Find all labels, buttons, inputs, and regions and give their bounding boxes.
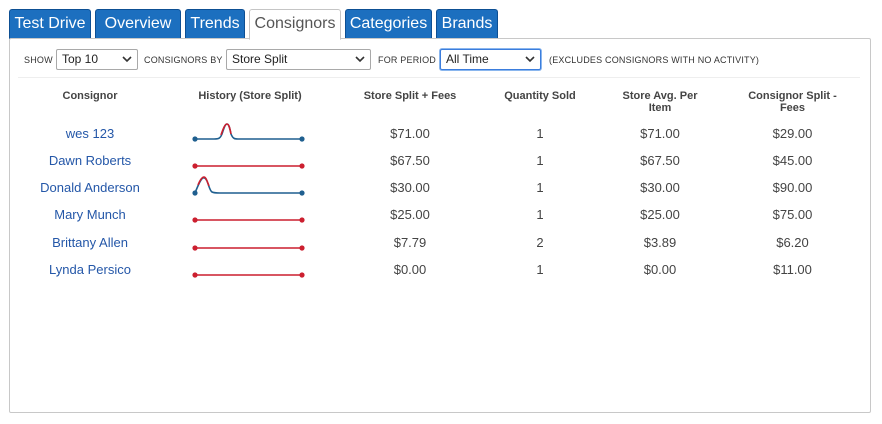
- store-split-value: $0.00: [393, 262, 427, 277]
- chevron-down-icon: [122, 56, 132, 63]
- tab-consignors[interactable]: Consignors: [249, 9, 341, 40]
- quantity-sold-value: 1: [536, 126, 544, 141]
- consignor-split-value: $45.00: [772, 153, 813, 168]
- quantity-sold-value: 2: [536, 235, 544, 250]
- store-avg-value: $0.00: [643, 262, 677, 277]
- history-sparkline: [192, 123, 305, 142]
- header-quantity-sold: Quantity Sold: [504, 90, 576, 102]
- consignor-split-value: $90.00: [772, 180, 813, 195]
- table-row: wes 123 $71.00 1 $71.00 $29.00: [10, 120, 870, 147]
- filter-toolbar: SHOW Top 10 CONSIGNORS BY Store Split FO…: [10, 39, 870, 79]
- consignor-link[interactable]: Dawn Roberts: [10, 153, 170, 168]
- consignor-link[interactable]: Brittany Allen: [10, 235, 170, 250]
- show-label: SHOW: [24, 55, 53, 65]
- consignor-split-value: $11.00: [773, 262, 812, 277]
- history-sparkline: [192, 163, 305, 169]
- store-avg-value: $67.50: [640, 153, 680, 168]
- store-split-value: $67.50: [390, 153, 430, 168]
- quantity-sold-value: 1: [536, 207, 544, 222]
- quantity-sold-value: 1: [536, 153, 544, 168]
- table-row: Dawn Roberts $67.50 1 $67.50 $45.00: [10, 147, 870, 174]
- tab-overview[interactable]: Overview: [95, 9, 181, 39]
- consignor-link[interactable]: Donald Anderson: [10, 180, 170, 195]
- consignor-link[interactable]: Mary Munch: [10, 207, 170, 222]
- header-consignor: Consignor: [62, 90, 118, 102]
- activity-note: (EXCLUDES CONSIGNORS WITH NO ACTIVITY): [549, 55, 760, 65]
- tab-brands[interactable]: Brands: [436, 9, 498, 39]
- consignors-by-label: CONSIGNORS BY: [144, 55, 223, 65]
- history-sparkline: [192, 217, 305, 223]
- quantity-sold-value: 1: [536, 180, 544, 195]
- store-split-value: $30.00: [390, 180, 430, 195]
- for-period-label: FOR PERIOD: [378, 55, 437, 65]
- history-sparkline: [192, 272, 305, 278]
- chevron-down-icon: [355, 56, 365, 63]
- tab-trends[interactable]: Trends: [185, 9, 245, 39]
- header-store-split: Store Split + Fees: [363, 90, 457, 102]
- store-avg-value: $3.89: [643, 235, 677, 250]
- consignor-split-value: $29.00: [772, 126, 813, 141]
- consignor-split-value: $6.20: [776, 235, 809, 250]
- history-sparkline: [192, 245, 305, 251]
- consignors-panel: SHOW Top 10 CONSIGNORS BY Store Split FO…: [9, 38, 871, 413]
- consignor-link[interactable]: wes 123: [10, 126, 170, 141]
- table-row: Lynda Persico $0.00 1 $0.00 $11.00: [10, 256, 870, 283]
- store-avg-value: $71.00: [640, 126, 680, 141]
- store-avg-value: $25.00: [640, 207, 680, 222]
- table-row: Mary Munch $25.00 1 $25.00 $75.00: [10, 201, 870, 228]
- period-select[interactable]: All Time: [440, 49, 541, 70]
- consignors-by-select[interactable]: Store Split: [226, 49, 371, 70]
- store-split-value: $7.79: [393, 235, 427, 250]
- store-split-value: $25.00: [390, 207, 430, 222]
- history-sparkline: [192, 176, 305, 196]
- consignors-by-select-value: Store Split: [232, 52, 288, 66]
- header-history: History (Store Split): [198, 90, 302, 102]
- tab-test-drive[interactable]: Test Drive: [9, 9, 91, 39]
- store-split-value: $71.00: [390, 126, 430, 141]
- store-avg-value: $30.00: [640, 180, 680, 195]
- header-consignor-split: Consignor Split - Fees: [748, 90, 837, 114]
- consignor-link[interactable]: Lynda Persico: [10, 262, 170, 277]
- table-row: Brittany Allen $7.79 2 $3.89 $6.20: [10, 229, 870, 256]
- consignor-split-value: $75.00: [772, 207, 813, 222]
- chevron-down-icon: [525, 56, 535, 63]
- quantity-sold-value: 1: [536, 262, 544, 277]
- header-store-avg: Store Avg. Per Item: [622, 90, 698, 114]
- period-select-value: All Time: [446, 52, 489, 66]
- table-row: Donald Anderson $30.00 1 $30.00 $90.00: [10, 174, 870, 201]
- show-select-value: Top 10: [62, 52, 99, 66]
- show-select[interactable]: Top 10: [56, 49, 138, 70]
- toolbar-divider: [18, 77, 860, 78]
- tab-categories[interactable]: Categories: [345, 9, 432, 39]
